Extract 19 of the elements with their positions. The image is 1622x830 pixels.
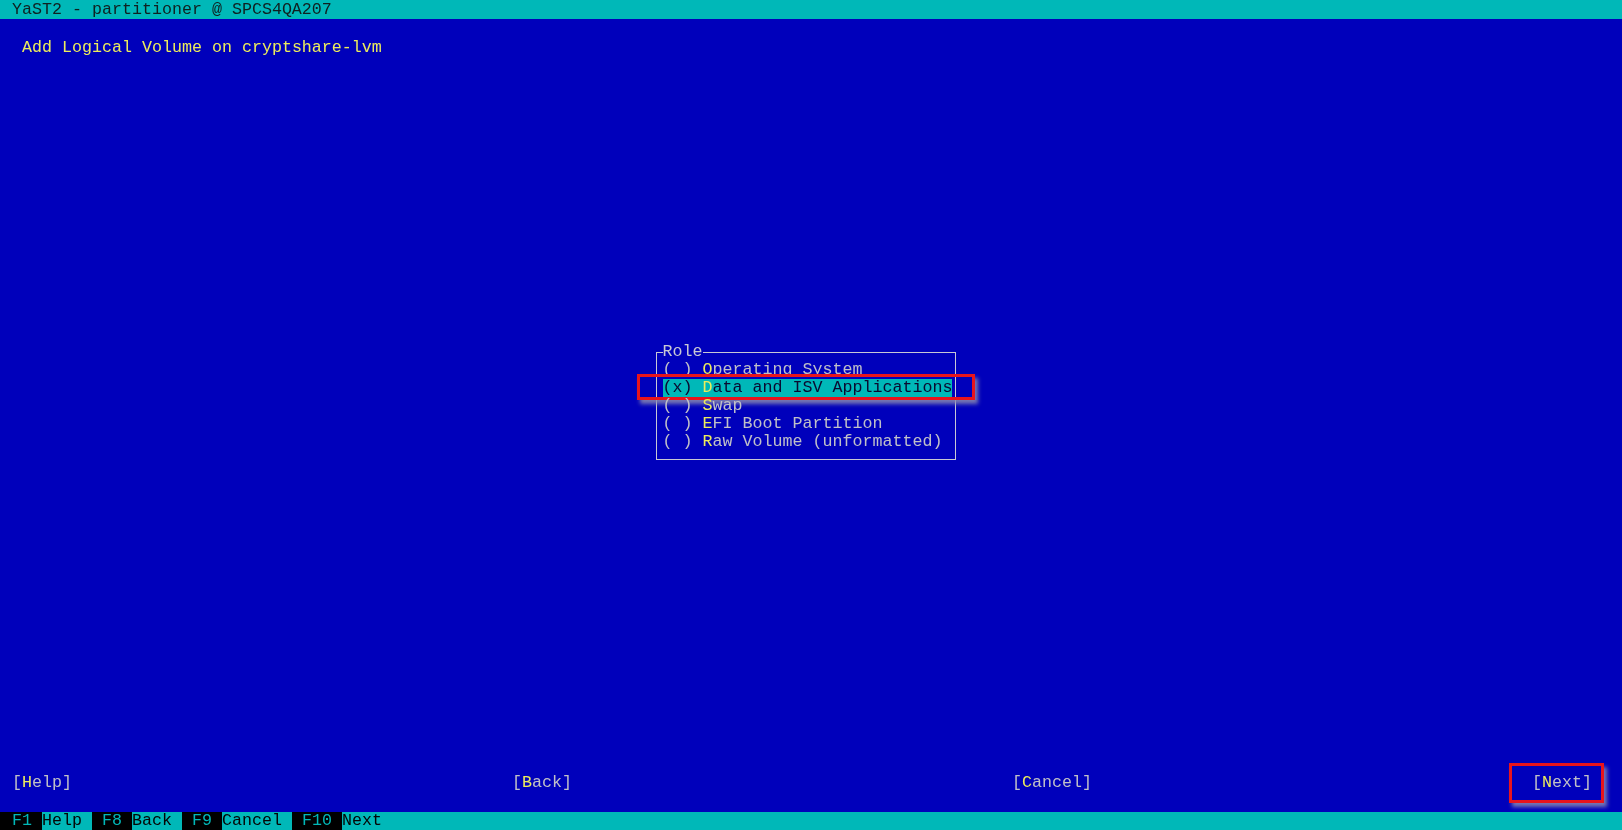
window-title: YaST2 - partitioner @ SPCS4QA207 [12,0,332,19]
function-key-label: Next [341,812,383,830]
radio-option[interactable]: ( ) Swap [662,397,743,415]
function-key: F1 [0,812,42,830]
next-button[interactable]: [Next] [1532,774,1592,792]
radio-option[interactable]: ( ) EFI Boot Partition [662,415,883,433]
group-label: Role [662,343,703,361]
function-key: F9 [181,812,222,830]
radio-option[interactable]: ( ) Raw Volume (unformatted) [662,433,943,451]
function-key-label: Cancel [221,812,283,830]
function-key-label: Back [132,812,173,830]
function-key-label: Help [42,812,83,830]
cancel-button[interactable]: [Cancel] [1012,774,1092,792]
help-button[interactable]: [Help] [12,774,72,792]
dialog-heading: Add Logical Volume on cryptshare-lvm [22,39,382,57]
function-key: F10 [291,812,342,830]
back-button[interactable]: [Back] [512,774,572,792]
radio-option[interactable]: (x) Data and ISV Applications [662,379,953,397]
function-key: F8 [92,812,132,830]
